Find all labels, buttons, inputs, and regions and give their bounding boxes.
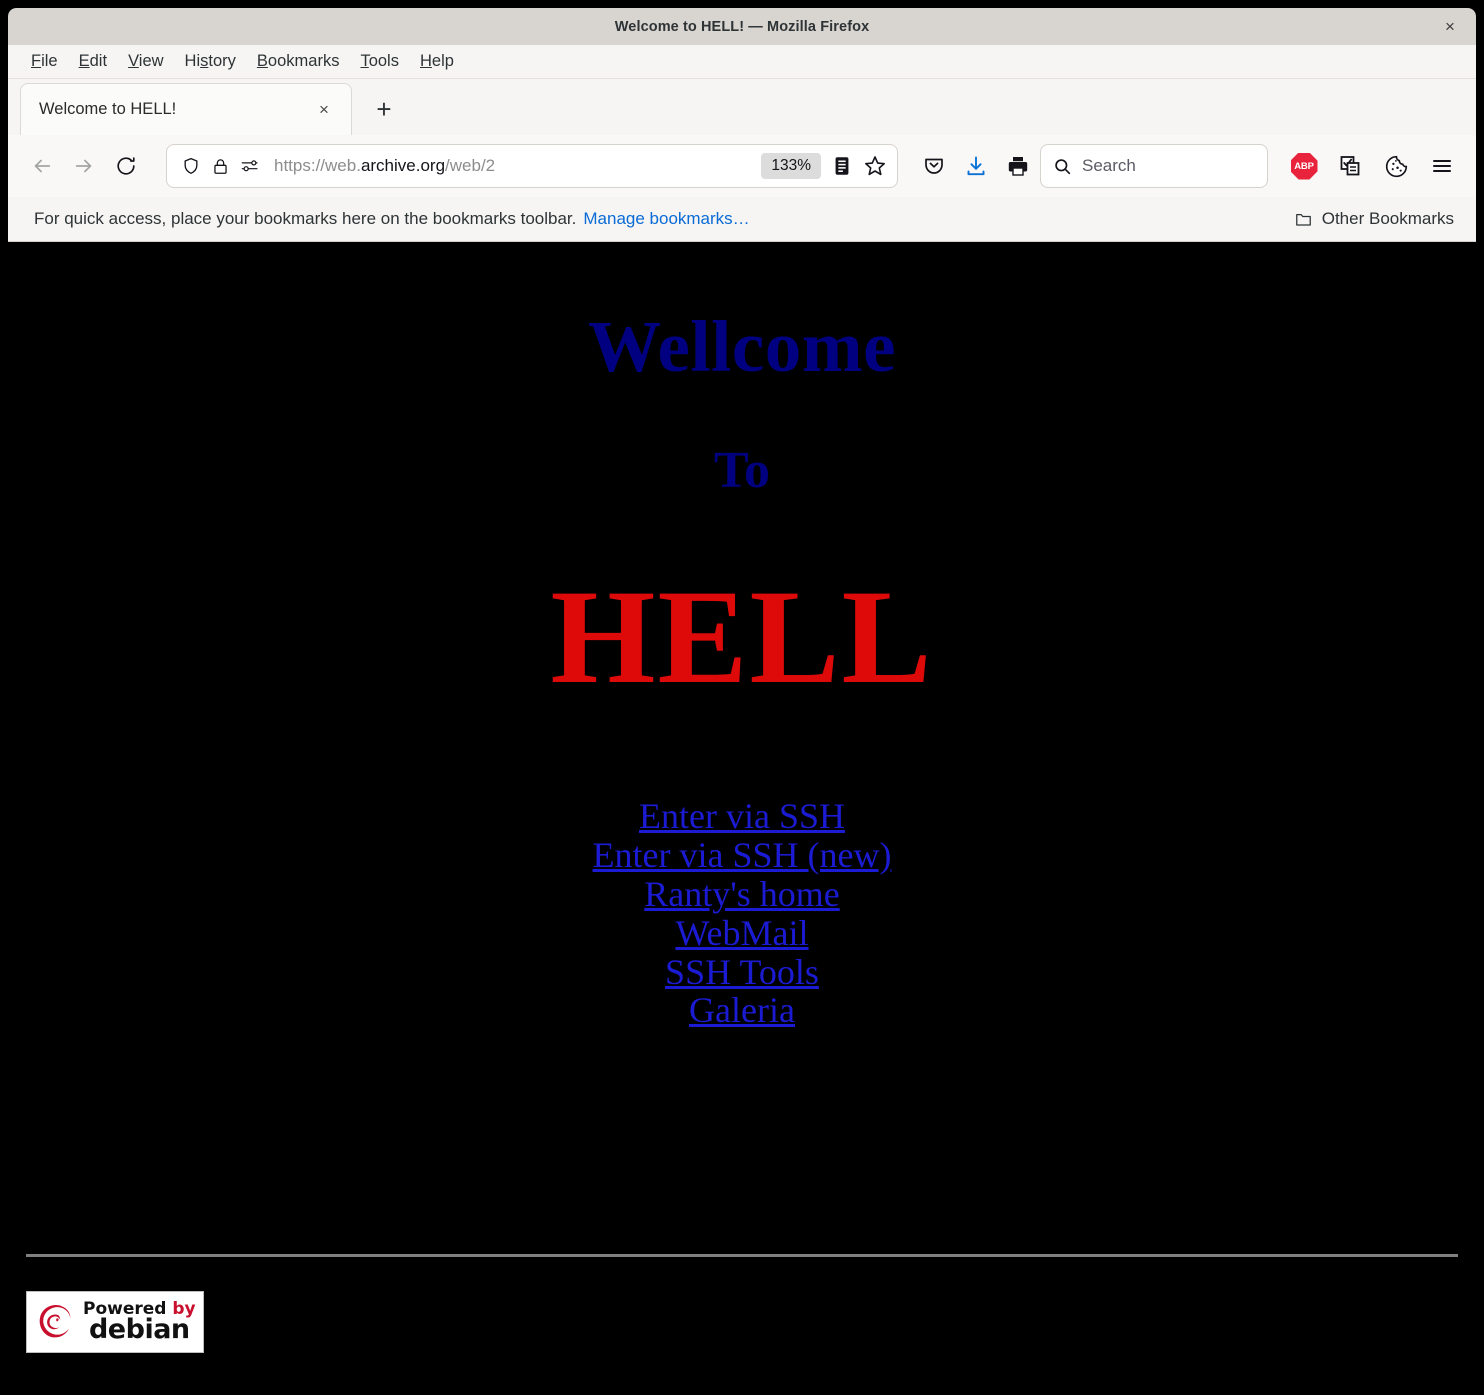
back-arrow-icon <box>34 159 51 173</box>
shield-icon[interactable] <box>181 156 201 176</box>
pocket-button[interactable] <box>914 146 954 186</box>
page-link-list: Enter via SSH Enter via SSH (new) Ranty'… <box>8 705 1476 1030</box>
other-bookmarks-button[interactable]: Other Bookmarks <box>1288 205 1460 233</box>
page-heading-hell: HELL <box>550 563 934 712</box>
download-icon <box>967 156 985 176</box>
extension-icons: ABP <box>1284 146 1462 186</box>
menu-item-tools[interactable]: Tools <box>351 49 408 74</box>
debian-swirl-logo <box>39 1305 71 1338</box>
download-button[interactable] <box>956 146 996 186</box>
tab-strip: Welcome to HELL! × + <box>8 79 1476 135</box>
hamburger-menu-icon <box>1433 160 1451 172</box>
print-button[interactable] <box>998 146 1038 186</box>
page-heading-to: To <box>714 442 770 499</box>
debian-badge-text: Powered by debian <box>83 1301 196 1343</box>
debian-badge-bottom: debian <box>88 1314 190 1346</box>
padlock-icon[interactable] <box>211 157 230 176</box>
page-content: Wellcome To HELL Enter via SSH Enter via… <box>8 242 1476 1387</box>
menu-item-help[interactable]: Help <box>411 49 463 74</box>
footer-divider <box>26 1254 1458 1257</box>
link-webmail[interactable]: WebMail <box>8 913 1476 953</box>
reload-icon <box>117 157 135 175</box>
search-input[interactable]: Search <box>1082 156 1136 176</box>
adblock-plus-icon: ABP <box>1290 152 1318 180</box>
link-enter-via-ssh[interactable]: Enter via SSH <box>8 797 1476 836</box>
zoom-level-badge[interactable]: 133% <box>761 153 821 179</box>
reader-mode-icon[interactable] <box>831 155 853 177</box>
window-close-button[interactable]: × <box>1436 13 1464 41</box>
search-icon <box>1055 158 1071 174</box>
link-galeria[interactable]: Galeria <box>8 991 1476 1030</box>
link-rantys-home[interactable]: Ranty's home <box>8 874 1476 914</box>
star-icon[interactable] <box>863 154 887 178</box>
browser-window: Welcome to HELL! — Mozilla Firefox × Fil… <box>8 8 1476 1387</box>
bookmarks-hint-text: For quick access, place your bookmarks h… <box>34 209 577 228</box>
menu-item-view[interactable]: View <box>119 49 172 74</box>
clipboard-copy-button[interactable] <box>1330 146 1370 186</box>
manage-bookmarks-link[interactable]: Manage bookmarks… <box>583 209 749 229</box>
tab-welcome-to-hell[interactable]: Welcome to HELL! × <box>20 83 352 135</box>
cookie-icon <box>1385 155 1407 177</box>
menu-item-bookmarks[interactable]: Bookmarks <box>248 49 349 74</box>
clipboard-copy-icon <box>1340 156 1360 176</box>
new-tab-button[interactable]: + <box>364 89 404 129</box>
title-bar: Welcome to HELL! — Mozilla Firefox × <box>8 8 1476 45</box>
menu-item-history[interactable]: History <box>176 49 245 74</box>
search-bar[interactable]: Search <box>1040 144 1268 188</box>
url-text: https://web.archive.org/web/2 <box>274 156 496 175</box>
folder-icon <box>1295 213 1311 226</box>
pocket-icon <box>925 158 943 174</box>
navigation-toolbar: https://web.archive.org/web/2 133% Searc… <box>8 135 1476 197</box>
print-icon <box>1008 157 1028 176</box>
tab-close-icon[interactable]: × <box>311 97 337 123</box>
other-bookmarks-label: Other Bookmarks <box>1321 209 1454 228</box>
back-button[interactable] <box>22 146 62 186</box>
page-heading-wellcome: Wellcome <box>587 306 897 387</box>
menu-item-file[interactable]: File <box>22 49 67 74</box>
reload-button[interactable] <box>106 146 146 186</box>
tab-title: Welcome to HELL! <box>39 100 177 118</box>
window-title: Welcome to HELL! — Mozilla Firefox <box>614 18 870 35</box>
menu-bar: File Edit View History Bookmarks Tools H… <box>8 45 1476 79</box>
powered-by-debian-badge[interactable]: Powered by debian <box>26 1291 204 1353</box>
app-menu-button[interactable] <box>1422 146 1462 186</box>
bookmarks-toolbar: For quick access, place your bookmarks h… <box>8 197 1476 242</box>
adblock-plus-button[interactable]: ABP <box>1284 146 1324 186</box>
permissions-icon[interactable] <box>240 157 260 175</box>
forward-arrow-icon <box>75 159 92 173</box>
link-ssh-tools[interactable]: SSH Tools <box>8 952 1476 992</box>
forward-button[interactable] <box>64 146 104 186</box>
link-enter-via-ssh-new[interactable]: Enter via SSH (new) <box>8 835 1476 875</box>
url-bar[interactable]: https://web.archive.org/web/2 133% <box>166 144 898 188</box>
cookie-button[interactable] <box>1376 146 1416 186</box>
menu-item-edit[interactable]: Edit <box>70 49 116 74</box>
